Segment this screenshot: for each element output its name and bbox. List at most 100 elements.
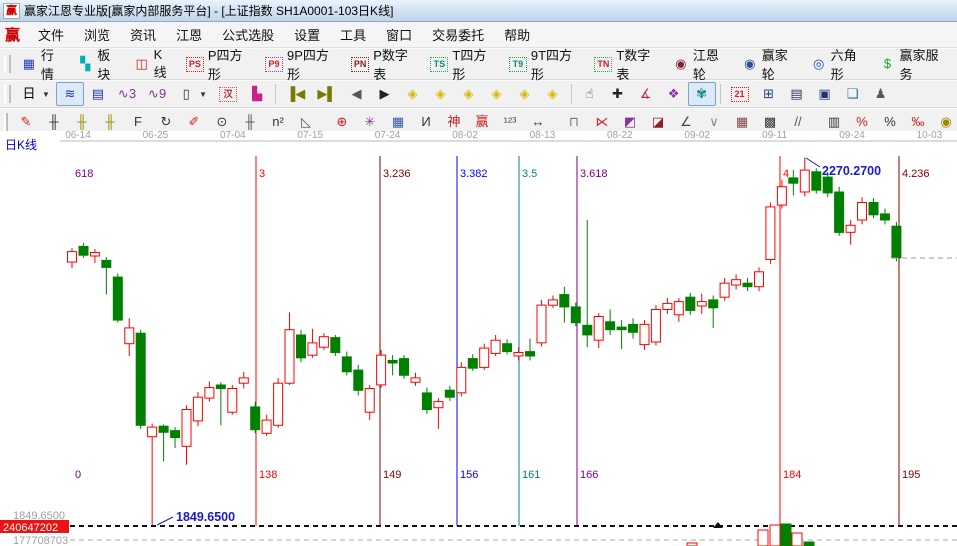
gann-lines-layer: 618031383.2361493.3821563.51613.61816641… (75, 156, 930, 526)
candle-style-icon-caret-icon[interactable]: ▼ (199, 90, 207, 99)
gann-top-label: 3.236 (383, 168, 411, 180)
wave-3-icon: ∿3 (118, 86, 136, 102)
diamond-expand-icon[interactable]: ◈ (511, 82, 539, 106)
application-window: 赢 赢家江恩专业版[赢家内部服务平台] - [上证指数 SH1A0001-103… (0, 0, 957, 546)
sectors-button[interactable]: ▚板块 (71, 52, 127, 76)
candlestick-layer[interactable] (68, 158, 901, 527)
gann-wheel-button[interactable]: ◉江恩轮 (667, 52, 736, 76)
gann-bottom-label: 156 (460, 469, 478, 481)
diamond-right-icon[interactable]: ◈ (427, 82, 455, 106)
gann-circle-icon: ⊙ (214, 114, 230, 130)
diamond-left-icon: ◈ (405, 86, 421, 102)
toolbar-grip[interactable] (4, 85, 11, 103)
kline-button-label: K线 (154, 47, 174, 81)
info-list-icon[interactable]: ▤ (84, 82, 112, 106)
menu-item-窗口[interactable]: 窗口 (376, 26, 422, 45)
t-number-button: TN (594, 57, 612, 72)
p-number-button[interactable]: PNP数字表 (345, 52, 424, 76)
skip-last-icon[interactable]: ▶▌ (311, 82, 342, 106)
angle-flag-icon: ◺ (298, 114, 314, 130)
sectors-button: ▚ (77, 56, 93, 72)
gann-wheel-button-label: 江恩轮 (693, 45, 730, 83)
profile-histogram-icon[interactable]: ▙ (243, 82, 271, 106)
kline-chart-canvas[interactable]: 06-1406-2507-0407-1507-2408-0208-1308-22… (0, 131, 957, 546)
chip-icon[interactable]: 汉 (213, 82, 243, 106)
fan-grid-icon: ▦ (390, 114, 406, 130)
winner-wheel-button[interactable]: ◉赢家轮 (736, 52, 805, 76)
trend-scribble-icon[interactable]: ≋ (56, 82, 84, 106)
title-bar[interactable]: 赢 赢家江恩专业版[赢家内部服务平台] - [上证指数 SH1A0001-103… (0, 0, 957, 22)
diamond-compress-icon: ◈ (489, 86, 505, 102)
network-icon[interactable]: ❏ (839, 82, 867, 106)
price-histogram-icon: ▥ (826, 114, 842, 130)
date-tick: 09-11 (762, 131, 787, 141)
prev-icon: ◀ (349, 86, 365, 102)
gann-bottom-label: 0 (75, 469, 81, 481)
vee-line-icon: ∨ (706, 114, 722, 130)
hexagon-button: ◎ (811, 56, 827, 72)
prev-icon[interactable]: ◀ (343, 82, 371, 106)
notes-icon[interactable]: ▤ (783, 82, 811, 106)
menu-item-江恩[interactable]: 江恩 (166, 26, 212, 45)
angle-tool-icon[interactable]: ∡ (632, 82, 660, 106)
diamond-expand-all-icon[interactable]: ◈ (539, 82, 567, 106)
save-icon[interactable]: ▣ (811, 82, 839, 106)
period-selector[interactable]: 日▼ (15, 82, 56, 106)
menu-item-工具[interactable]: 工具 (330, 26, 376, 45)
nine-t-square-button[interactable]: T99T四方形 (503, 52, 588, 76)
menu-item-帮助[interactable]: 帮助 (494, 26, 540, 45)
nine-p-square-button[interactable]: P99P四方形 (259, 52, 345, 76)
t-number-button[interactable]: TNT数字表 (588, 52, 667, 76)
menu-logo-icon: 赢 (0, 24, 28, 45)
grid-arrow-icon: ▩ (762, 114, 778, 130)
remote-user-icon[interactable]: ♟ (867, 82, 895, 106)
brain-icon[interactable]: ✾ (688, 82, 716, 106)
toolbar-separator (275, 84, 276, 104)
high-callout[interactable]: 2270.2700 (822, 164, 881, 178)
remote-user-icon: ♟ (873, 86, 889, 102)
menu-item-公式选股[interactable]: 公式选股 (212, 26, 284, 45)
diamond-left-icon[interactable]: ◈ (399, 82, 427, 106)
date-tick: 09-24 (839, 131, 865, 141)
gann-top-label: 3.382 (460, 168, 488, 180)
save-icon: ▣ (817, 86, 833, 102)
p-square-button[interactable]: PSP四方形 (180, 52, 259, 76)
t-square-button[interactable]: TST四方形 (424, 52, 503, 76)
box-fan2-icon: ◪ (650, 114, 666, 130)
menu-item-交易委托[interactable]: 交易委托 (422, 26, 494, 45)
menu-item-文件[interactable]: 文件 (28, 26, 74, 45)
trend-angle-icon: ∠ (678, 114, 694, 130)
window-title: 赢家江恩专业版[赢家内部服务平台] - [上证指数 SH1A0001-103日K… (24, 2, 393, 19)
date-tick: 07-15 (297, 131, 323, 141)
period-selector-caret-icon[interactable]: ▼ (42, 90, 50, 99)
crosshair-icon[interactable]: ✚ (604, 82, 632, 106)
low-callout[interactable]: 1849.6500 (176, 510, 235, 524)
gold-circle-icon: ◉ (938, 114, 954, 130)
candle-style-icon[interactable]: ▯▼ (172, 82, 213, 106)
quotes-button-label: 行情 (41, 45, 65, 83)
wave-9-icon[interactable]: ∿9 (142, 82, 172, 106)
skip-first-icon[interactable]: ▐◀ (280, 82, 311, 106)
diamond-compress-icon[interactable]: ◈ (483, 82, 511, 106)
service-button[interactable]: $赢家服务 (874, 52, 955, 76)
net-tool-icon[interactable]: ❖ (660, 82, 688, 106)
toolbar-grip[interactable] (4, 113, 8, 131)
calculator-icon[interactable]: ⊞ (755, 82, 783, 106)
wave-3-icon[interactable]: ∿3 (112, 82, 142, 106)
skip-first-icon: ▐◀ (286, 86, 305, 102)
diamond-hwidth-icon[interactable]: ◈ (455, 82, 483, 106)
date-tick: 08-02 (452, 131, 478, 141)
next-icon[interactable]: ▶ (371, 82, 399, 106)
t-square-button: TS (430, 57, 448, 72)
hand-icon[interactable]: ☝ (576, 82, 604, 106)
menu-item-设置[interactable]: 设置 (284, 26, 330, 45)
calendar-icon[interactable]: 21 (725, 82, 755, 106)
hexagon-button[interactable]: ◎六角形 (805, 52, 874, 76)
kline-button[interactable]: ◫K线 (128, 52, 180, 76)
menu-item-浏览[interactable]: 浏览 (74, 26, 120, 45)
toolbar-grip[interactable] (4, 55, 11, 73)
quotes-button[interactable]: ▦行情 (15, 52, 71, 76)
menu-item-资讯[interactable]: 资讯 (120, 26, 166, 45)
profile-histogram-icon: ▙ (249, 86, 265, 102)
diamond-hwidth-icon: ◈ (461, 86, 477, 102)
